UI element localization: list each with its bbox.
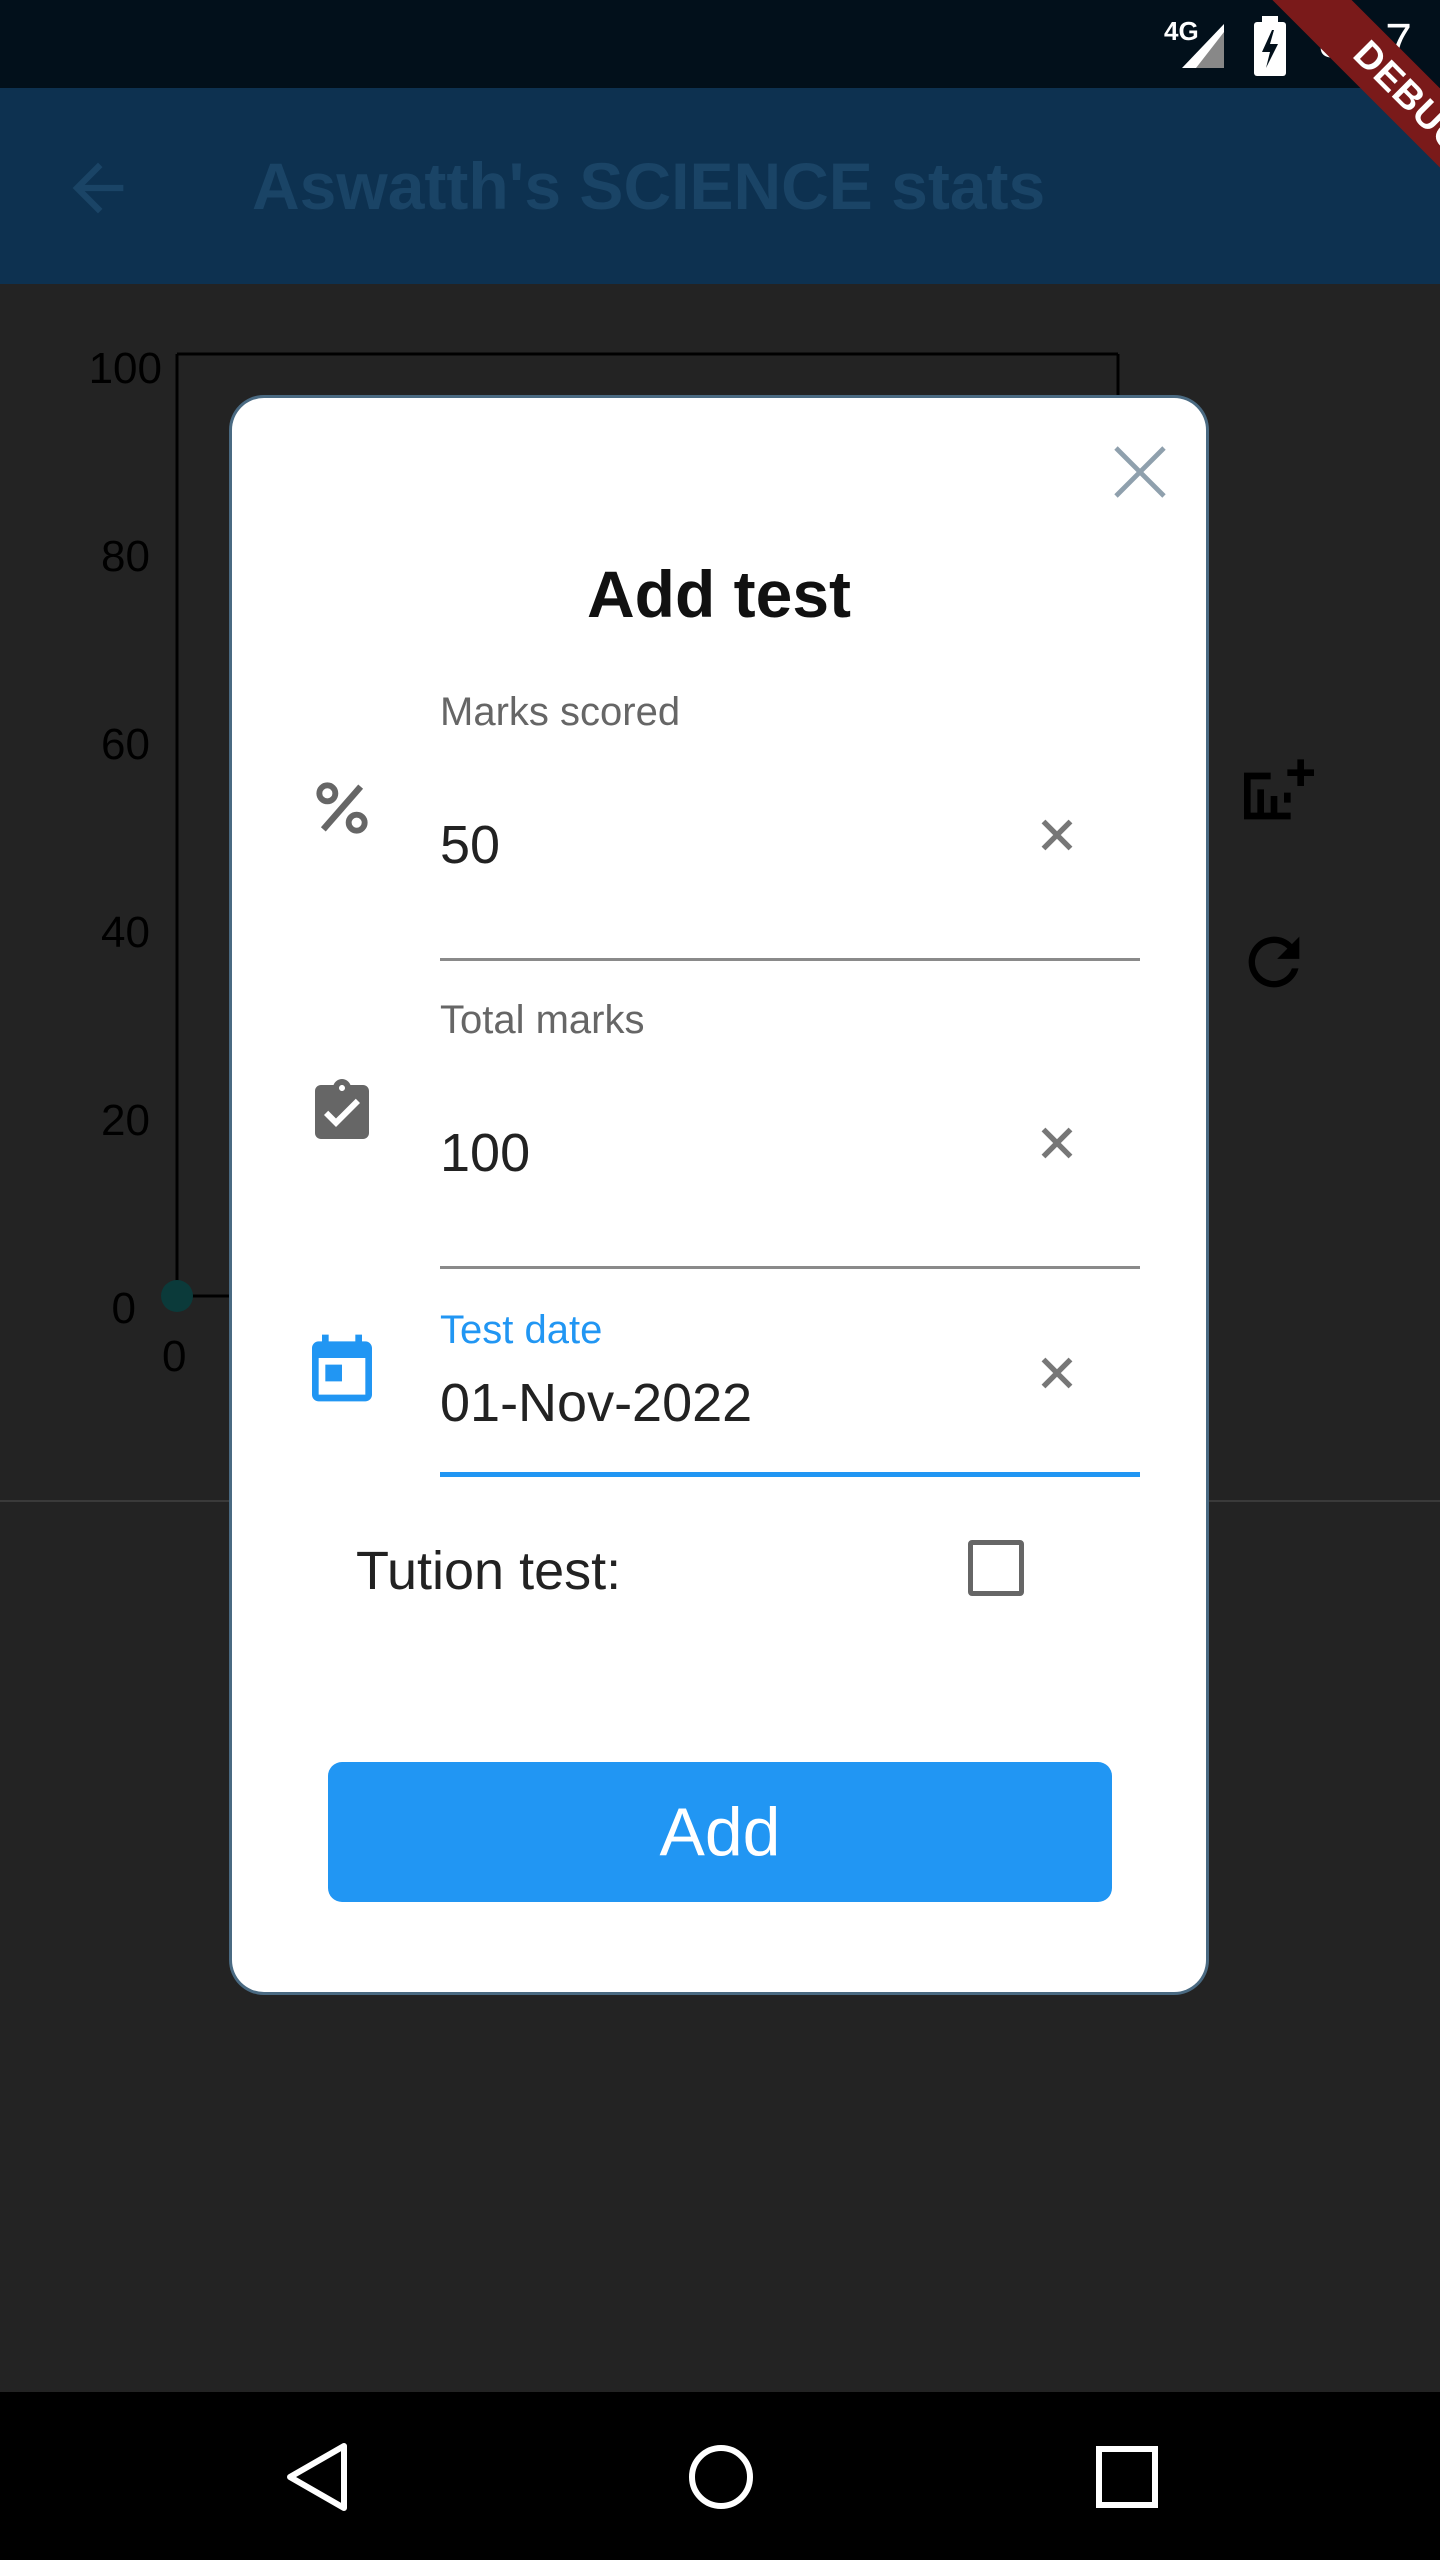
clipboard-check-icon [315,1079,369,1139]
nav-recents-icon[interactable] [1094,2444,1160,2510]
close-icon[interactable] [1104,436,1176,508]
tution-test-checkbox[interactable] [968,1540,1024,1596]
chart-data-point [161,1280,193,1312]
clear-icon[interactable] [1030,808,1084,862]
add-test-dialog [232,398,1206,1992]
total-marks-value[interactable]: 100 [440,1122,530,1184]
dialog-title: Add test [587,557,851,631]
marks-scored-underline [440,958,1140,961]
test-date-underline [440,1472,1140,1477]
total-marks-underline [440,1266,1140,1269]
y-tick-0: 0 [111,1284,136,1333]
y-tick-20: 20 [101,1096,150,1145]
percent-icon [316,782,368,834]
refresh-icon[interactable] [1236,924,1312,1000]
back-arrow-icon[interactable] [60,150,136,226]
total-marks-label: Total marks [440,998,645,1042]
tution-test-label: Tution test: [356,1541,622,1601]
marks-scored-value[interactable]: 50 [440,814,500,876]
nav-home-icon[interactable] [686,2442,756,2512]
signal-icon [1182,24,1224,68]
x-tick-0: 0 [162,1332,187,1381]
marks-scored-label: Marks scored [440,690,681,734]
y-tick-60: 60 [101,720,150,769]
y-tick-100: 100 [88,344,162,393]
debug-banner-label: DEBUG [1269,0,1440,210]
calendar-icon [312,1334,372,1402]
app-title: Aswatth's SCIENCE stats [252,149,1046,223]
add-chart-icon[interactable] [1234,756,1314,836]
test-date-value[interactable]: 01-Nov-2022 [440,1372,752,1434]
y-tick-40: 40 [101,908,150,957]
nav-back-icon[interactable] [282,2440,352,2514]
clear-icon[interactable] [1030,1116,1084,1170]
test-date-label: Test date [440,1308,603,1352]
add-button[interactable]: Add [328,1762,1112,1902]
y-tick-80: 80 [101,532,150,581]
clear-icon[interactable] [1030,1346,1084,1400]
debug-banner: DEBUG [1230,0,1440,210]
